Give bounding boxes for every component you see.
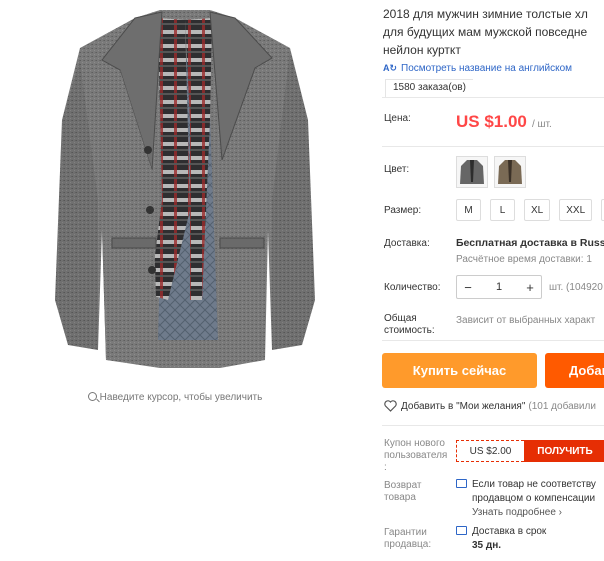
- returns-more-link[interactable]: Узнать подробнее ›: [472, 506, 596, 520]
- color-option-gray[interactable]: [456, 156, 488, 188]
- total-value: Зависит от выбранных характ: [456, 315, 596, 326]
- shipping-info: Бесплатная доставка в Russi Расчётное вр…: [456, 237, 604, 265]
- product-title: 2018 для мужчин зимние толстые хл для бу…: [383, 7, 588, 57]
- product-gallery: Наведите курсор, чтобы увеличить: [0, 0, 360, 420]
- price-label: Цена:: [384, 113, 411, 124]
- size-option-xxl[interactable]: XXL: [559, 199, 593, 221]
- color-label: Цвет:: [384, 164, 410, 175]
- buy-now-button[interactable]: Купить сейчас: [382, 353, 537, 388]
- price-unit: / шт.: [531, 119, 552, 130]
- shipping-eta: Расчётное время доставки: 1: [456, 254, 592, 265]
- divider: [382, 340, 604, 341]
- size-option-l[interactable]: L: [490, 199, 515, 221]
- size-option-m[interactable]: M: [456, 199, 481, 221]
- orders-count: 1580 заказа(ов): [385, 79, 473, 97]
- guarantee-days: 35 дн.: [472, 540, 502, 551]
- wishlist-count: (101 добавили: [528, 400, 596, 412]
- new-user-coupon: US $2.00 ПОЛУЧИТЬ: [456, 440, 604, 462]
- return-policy-icon: [456, 479, 467, 488]
- returns-label: Возврат товара: [384, 480, 422, 503]
- guarantee-info: Доставка в срок 35 дн.: [456, 525, 546, 553]
- size-label: Размер:: [384, 205, 422, 216]
- quantity-increase-button[interactable]: +: [519, 280, 541, 295]
- available-stock: шт. (104920: [549, 281, 603, 293]
- quantity-stepper: − 1 +: [456, 275, 542, 299]
- size-option-xl[interactable]: XL: [524, 199, 551, 221]
- product-info: 2018 для мужчин зимние толстые хл для бу…: [368, 0, 604, 561]
- add-to-cart-button[interactable]: Добав: [545, 353, 604, 388]
- quantity-input[interactable]: 1: [479, 281, 519, 293]
- heart-icon: [384, 400, 397, 412]
- magnifier-icon: [87, 392, 97, 401]
- divider: [382, 425, 604, 426]
- gray-coat-thumbnail: [460, 160, 484, 184]
- delivery-truck-icon: [456, 526, 467, 535]
- coupon-value: US $2.00: [456, 440, 524, 462]
- shipping-label: Доставка:: [384, 238, 430, 249]
- add-to-wishlist-link[interactable]: Добавить в "Мои желания" (101 добавили: [384, 400, 596, 412]
- color-options: [456, 156, 526, 188]
- price-amount: US $1.00: [456, 112, 527, 131]
- price: US $1.00 / шт.: [456, 112, 552, 132]
- product-image[interactable]: [40, 0, 330, 385]
- color-option-brown[interactable]: [494, 156, 526, 188]
- coupon-label: Купон нового пользователя :: [384, 438, 448, 473]
- brown-coat-thumbnail: [498, 160, 522, 184]
- guarantee-label: Гарантии продавца:: [384, 527, 432, 550]
- zoom-hint: Наведите курсор, чтобы увеличить: [0, 392, 350, 403]
- total-label: Общая стоимость:: [384, 313, 435, 336]
- quantity-label: Количество:: [384, 282, 441, 293]
- size-options: M L XL XXL: [456, 199, 604, 221]
- quantity-decrease-button[interactable]: −: [457, 280, 479, 295]
- translate-title-link[interactable]: A↻ Посмотреть название на английском: [383, 63, 572, 74]
- returns-info: Если товар не соответству продавцом о ко…: [456, 478, 596, 520]
- get-coupon-button[interactable]: ПОЛУЧИТЬ: [524, 440, 604, 462]
- quantity-row: − 1 + шт. (104920: [456, 275, 603, 299]
- divider: [382, 97, 604, 98]
- shipping-method[interactable]: Бесплатная доставка в Russi: [456, 237, 604, 249]
- translate-icon: A↻: [383, 63, 398, 73]
- divider: [382, 146, 604, 147]
